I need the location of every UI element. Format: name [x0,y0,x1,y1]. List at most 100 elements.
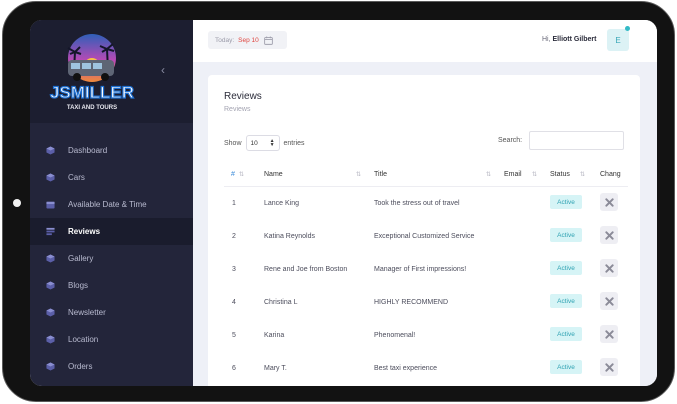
row-name: Karina [264,332,285,339]
status-badge: Active [550,360,582,374]
user-greeting: Hi, Elliott Gilbert [542,36,596,43]
app-screen: JSMILLER TAXI AND TOURS ‹ Dashboard Cars [30,20,657,386]
row-title: HIGHLY RECOMMEND [374,299,449,306]
row-name: Christina L [264,299,298,306]
table-row: 5 Karina Phenomenal! Active [224,320,634,353]
status-badge: Active [550,261,582,275]
sidebar-item-available-date-time[interactable]: Available Date & Time [30,191,193,218]
list-icon [46,227,55,236]
entries-label: entries [283,139,305,147]
table-row: 6 Mary T. Best taxi experience Active [224,353,634,386]
sort-icon: ⇅ [356,172,362,178]
entries-control: Show 10 ▲ ▼ entries [224,135,305,151]
column-header-number[interactable]: # ⇅ [231,171,244,178]
sidebar-item-dashboard[interactable]: Dashboard [30,137,193,164]
reviews-card: Reviews Reviews Show 10 ▲ ▼ entries Searc… [208,75,640,386]
column-header-change[interactable]: Chang [600,171,621,178]
close-icon [604,197,614,207]
row-number: 6 [232,365,236,372]
search-input[interactable] [529,131,624,150]
sidebar-item-gallery[interactable]: Gallery [30,245,193,272]
breadcrumb: Reviews [224,106,251,113]
sidebar-item-label: Cars [68,173,85,182]
close-icon [604,329,614,339]
row-number: 5 [232,332,236,339]
today-label: Today: [215,36,235,44]
cube-icon [46,335,55,344]
status-badge: Active [550,294,582,308]
online-status-dot [625,26,630,31]
tablet-frame: JSMILLER TAXI AND TOURS ‹ Dashboard Cars [2,1,675,402]
sidebar-item-newsletter[interactable]: Newsletter [30,299,193,326]
sidebar-nav: Dashboard Cars Available Date & Time Rev… [30,137,193,380]
sidebar-item-label: Location [68,335,99,344]
sidebar-header: JSMILLER TAXI AND TOURS ‹ [30,20,193,123]
close-icon [604,296,614,306]
cube-icon [46,308,55,317]
table-row: 1 Lance King Took the stress out of travel… [224,188,634,221]
avatar-initial: E [615,35,621,45]
main-content: Today: Sep 10 Hi, Elliott Gilbert E Revi… [193,20,657,386]
column-header-email[interactable]: Email ⇅ [504,171,537,178]
sidebar-item-cars[interactable]: Cars [30,164,193,191]
row-title: Exceptional Customized Service [374,233,475,240]
svg-text:JSMILLER: JSMILLER [50,83,134,102]
sidebar-item-reviews[interactable]: Reviews [30,218,193,245]
reject-button[interactable] [600,292,618,310]
avatar[interactable]: E [607,29,629,51]
calendar-icon [263,35,273,45]
sort-icon: ⇅ [486,172,492,178]
collapse-sidebar-icon[interactable]: ‹ [161,64,165,76]
select-arrows-icon: ▲ ▼ [269,138,275,148]
today-date: Sep 10 [238,36,259,44]
sidebar-item-label: Dashboard [68,146,108,155]
row-title: Phenomenal! [374,332,416,339]
sidebar-item-label: Newsletter [68,308,106,317]
row-number: 3 [232,266,236,273]
logo-wordmark: JSMILLER TAXI AND TOURS [49,82,134,111]
reject-button[interactable] [600,193,618,211]
show-label: Show [224,139,242,147]
sort-icon: ⇅ [239,172,245,178]
search-label: Search: [498,137,523,144]
sidebar: JSMILLER TAXI AND TOURS ‹ Dashboard Cars [30,20,193,386]
page-title: Reviews [224,91,262,102]
row-title: Best taxi experience [374,365,438,372]
sidebar-item-label: Gallery [68,254,94,263]
row-name: Rene and Joe from Boston [264,266,348,273]
cube-icon [46,146,55,155]
table-row: 3 Rene and Joe from Boston Manager of Firs… [224,254,634,287]
sidebar-item-blogs[interactable]: Blogs [30,272,193,299]
reject-button[interactable] [600,325,618,343]
reject-button[interactable] [600,358,618,376]
row-number: 2 [232,233,236,240]
row-name: Katina Reynolds [264,233,315,240]
row-title: Took the stress out of travel [374,200,460,207]
sidebar-item-label: Available Date & Time [68,200,147,209]
column-header-title[interactable]: Title ⇅ [374,171,491,178]
sidebar-item-label: Orders [68,362,93,371]
entries-value: 10 [250,139,258,147]
sort-icon: ⇅ [580,172,586,178]
cube-icon [46,281,55,290]
column-header-name[interactable]: Name ⇅ [264,171,361,178]
close-icon [604,362,614,372]
sidebar-item-location[interactable]: Location [30,326,193,353]
reject-button[interactable] [600,259,618,277]
entries-select[interactable]: 10 ▲ ▼ [245,135,280,151]
row-number: 4 [232,299,236,306]
row-name: Mary T. [264,365,287,372]
row-number: 1 [232,200,236,207]
close-icon [604,230,614,240]
today-date-chip[interactable]: Today: Sep 10 [208,31,287,49]
sidebar-item-orders[interactable]: Orders [30,353,193,380]
top-bar: Today: Sep 10 Hi, Elliott Gilbert E [193,20,657,62]
status-badge: Active [550,195,582,209]
cube-icon [46,362,55,371]
sidebar-item-label: Reviews [68,227,101,236]
column-header-status[interactable]: Status ⇅ [550,171,585,178]
status-badge: Active [550,327,582,341]
reject-button[interactable] [600,226,618,244]
row-title: Manager of First impressions! [374,266,467,273]
table-header-divider [224,186,628,187]
